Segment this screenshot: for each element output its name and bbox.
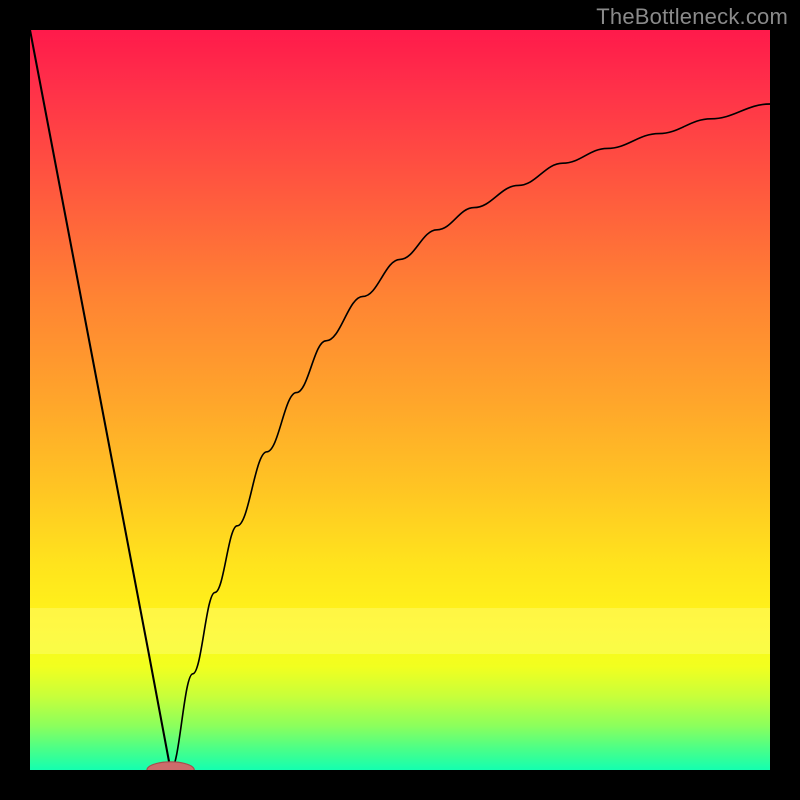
curve-group [30, 30, 770, 770]
chart-frame: TheBottleneck.com [0, 0, 800, 800]
watermark-text: TheBottleneck.com [596, 4, 788, 30]
plot-area [30, 30, 770, 770]
min-marker [147, 762, 194, 770]
chart-svg [30, 30, 770, 770]
curve-left [30, 30, 171, 770]
curve-right [171, 104, 770, 770]
